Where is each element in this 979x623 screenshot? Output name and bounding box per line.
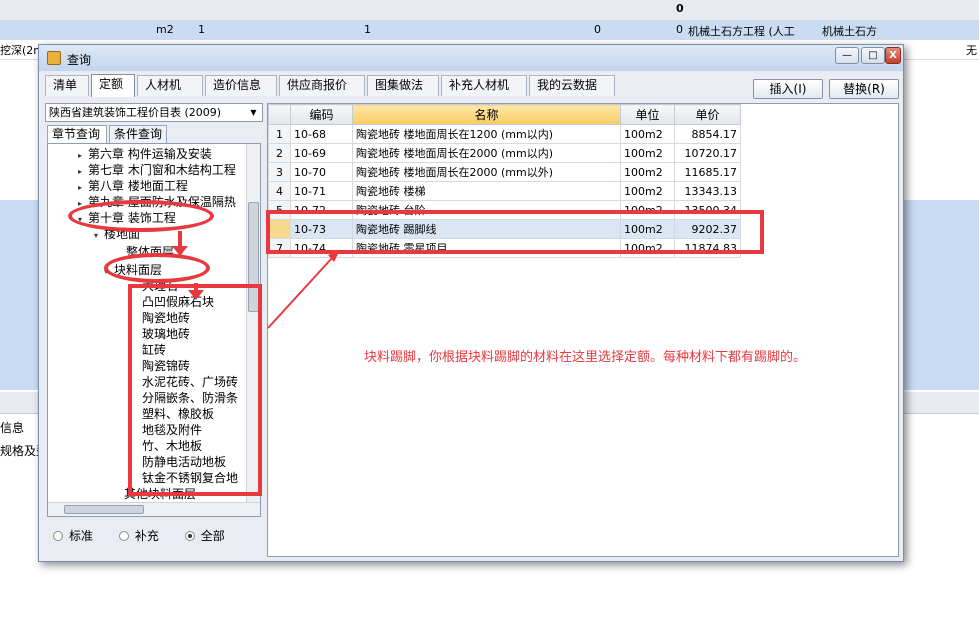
annotation-arrows bbox=[172, 231, 340, 329]
arrow-head-icon bbox=[172, 246, 188, 256]
arrow-head-icon bbox=[188, 290, 204, 300]
annotation-note: 块料踢脚，你根据块料踢脚的材料在这里选择定额。每种材料下都有踢脚的。 bbox=[364, 350, 807, 365]
annotation-arrow-line bbox=[267, 257, 333, 329]
